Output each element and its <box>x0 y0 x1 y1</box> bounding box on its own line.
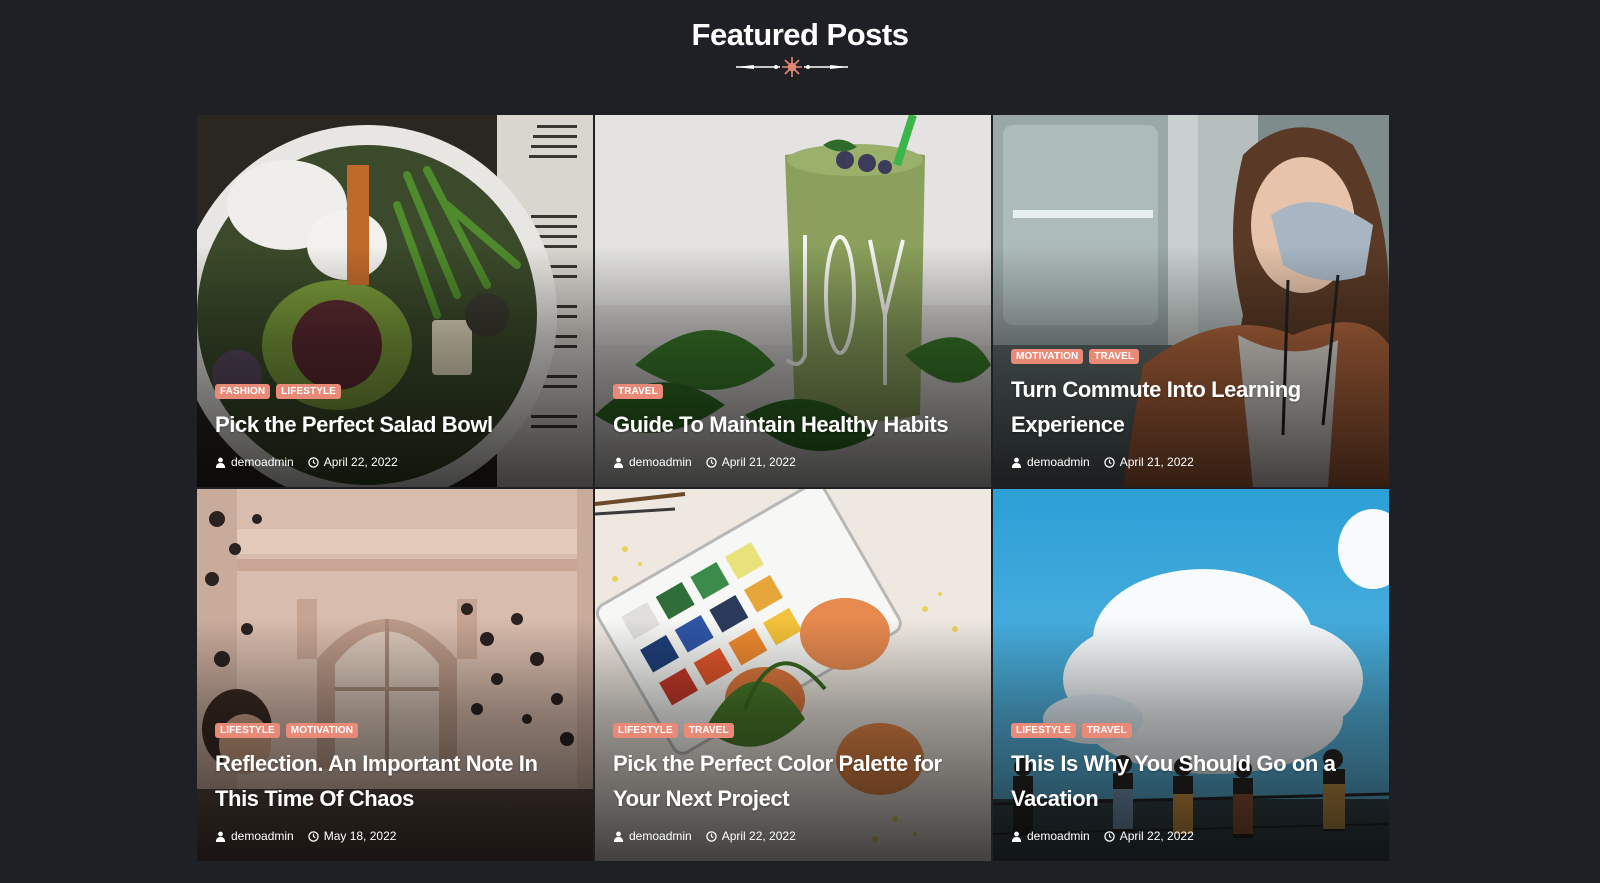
post-tags: LIFESTYLE TRAVEL <box>1011 723 1371 738</box>
post-card[interactable]: MOTIVATION TRAVEL Turn Commute Into Lear… <box>993 115 1389 487</box>
post-date[interactable]: April 22, 2022 <box>1103 829 1194 843</box>
user-icon <box>613 831 624 842</box>
post-title[interactable]: Guide To Maintain Healthy Habits <box>613 407 973 442</box>
clock-icon <box>307 456 319 468</box>
post-tags: MOTIVATION TRAVEL <box>1011 349 1371 364</box>
category-tag[interactable]: LIFESTYLE <box>215 723 280 738</box>
post-author[interactable]: demoadmin <box>613 455 692 469</box>
post-title[interactable]: Pick the Perfect Salad Bowl <box>215 407 575 442</box>
category-tag[interactable]: TRAVEL <box>1081 723 1132 738</box>
post-author-name: demoadmin <box>1027 829 1090 843</box>
user-icon <box>215 457 226 468</box>
post-date[interactable]: April 21, 2022 <box>705 455 796 469</box>
post-content: LIFESTYLE TRAVEL Pick the Perfect Color … <box>613 723 973 843</box>
category-tag[interactable]: MOTIVATION <box>1011 349 1084 364</box>
post-date[interactable]: April 22, 2022 <box>307 455 398 469</box>
post-author-name: demoadmin <box>629 455 692 469</box>
category-tag[interactable]: TRAVEL <box>1089 349 1140 364</box>
post-card[interactable]: LIFESTYLE TRAVEL Pick the Perfect Color … <box>595 489 991 861</box>
post-author-name: demoadmin <box>1027 455 1090 469</box>
post-author[interactable]: demoadmin <box>613 829 692 843</box>
post-date[interactable]: April 21, 2022 <box>1103 455 1194 469</box>
category-tag[interactable]: LIFESTYLE <box>1011 723 1076 738</box>
post-content: FASHION LIFESTYLE Pick the Perfect Salad… <box>215 384 575 469</box>
post-author[interactable]: demoadmin <box>1011 829 1090 843</box>
post-card[interactable]: LIFESTYLE TRAVEL This Is Why You Should … <box>993 489 1389 861</box>
clock-icon <box>1103 456 1115 468</box>
post-title[interactable]: Turn Commute Into Learning Experience <box>1011 372 1371 442</box>
post-content: TRAVEL Guide To Maintain Healthy Habits … <box>613 384 973 469</box>
featured-posts-grid: FASHION LIFESTYLE Pick the Perfect Salad… <box>197 115 1389 861</box>
user-icon <box>613 457 624 468</box>
post-meta: demoadmin April 22, 2022 <box>1011 829 1371 843</box>
post-date-text: April 22, 2022 <box>1119 829 1194 843</box>
post-author[interactable]: demoadmin <box>1011 455 1090 469</box>
post-tags: LIFESTYLE TRAVEL <box>613 723 973 738</box>
category-tag[interactable]: FASHION <box>215 384 271 399</box>
post-title[interactable]: Reflection. An Important Note In This Ti… <box>215 746 575 816</box>
post-title[interactable]: Pick the Perfect Color Palette for Your … <box>613 746 973 816</box>
post-meta: demoadmin April 22, 2022 <box>215 455 575 469</box>
post-tags: LIFESTYLE MOTIVATION <box>215 723 575 738</box>
post-date-text: April 21, 2022 <box>721 455 796 469</box>
category-tag[interactable]: MOTIVATION <box>285 723 359 738</box>
post-content: LIFESTYLE TRAVEL This Is Why You Should … <box>1011 723 1371 843</box>
post-author-name: demoadmin <box>231 455 294 469</box>
section-header: Featured Posts <box>0 0 1600 55</box>
post-date-text: April 22, 2022 <box>721 829 796 843</box>
post-author[interactable]: demoadmin <box>215 455 294 469</box>
clock-icon <box>705 456 717 468</box>
post-tags: TRAVEL <box>613 384 973 399</box>
post-meta: demoadmin May 18, 2022 <box>215 829 575 843</box>
post-meta: demoadmin April 21, 2022 <box>1011 455 1371 469</box>
post-author[interactable]: demoadmin <box>215 829 294 843</box>
category-tag[interactable]: LIFESTYLE <box>613 723 678 738</box>
category-tag[interactable]: TRAVEL <box>683 723 734 738</box>
post-author-name: demoadmin <box>231 829 294 843</box>
section-title: Featured Posts <box>691 17 909 52</box>
category-tag[interactable]: TRAVEL <box>613 384 663 399</box>
post-content: LIFESTYLE MOTIVATION Reflection. An Impo… <box>215 723 575 843</box>
post-date[interactable]: April 22, 2022 <box>705 829 796 843</box>
post-date-text: April 21, 2022 <box>1119 455 1194 469</box>
post-title[interactable]: This Is Why You Should Go on a Vacation <box>1011 746 1371 816</box>
post-tags: FASHION LIFESTYLE <box>215 384 575 399</box>
post-content: MOTIVATION TRAVEL Turn Commute Into Lear… <box>1011 349 1371 469</box>
user-icon <box>1011 831 1022 842</box>
post-card[interactable]: LIFESTYLE MOTIVATION Reflection. An Impo… <box>197 489 593 861</box>
clock-icon <box>1103 830 1115 842</box>
post-card[interactable]: FASHION LIFESTYLE Pick the Perfect Salad… <box>197 115 593 487</box>
post-meta: demoadmin April 22, 2022 <box>613 829 973 843</box>
user-icon <box>215 831 226 842</box>
clock-icon <box>705 830 717 842</box>
post-meta: demoadmin April 21, 2022 <box>613 455 973 469</box>
post-date-text: April 22, 2022 <box>323 455 398 469</box>
post-card[interactable]: TRAVEL Guide To Maintain Healthy Habits … <box>595 115 991 487</box>
ornament-divider-icon <box>736 57 848 77</box>
clock-icon <box>307 830 319 842</box>
category-tag[interactable]: LIFESTYLE <box>276 384 341 399</box>
post-date-text: May 18, 2022 <box>323 829 397 843</box>
post-date[interactable]: May 18, 2022 <box>307 829 397 843</box>
user-icon <box>1011 457 1022 468</box>
post-author-name: demoadmin <box>629 829 692 843</box>
